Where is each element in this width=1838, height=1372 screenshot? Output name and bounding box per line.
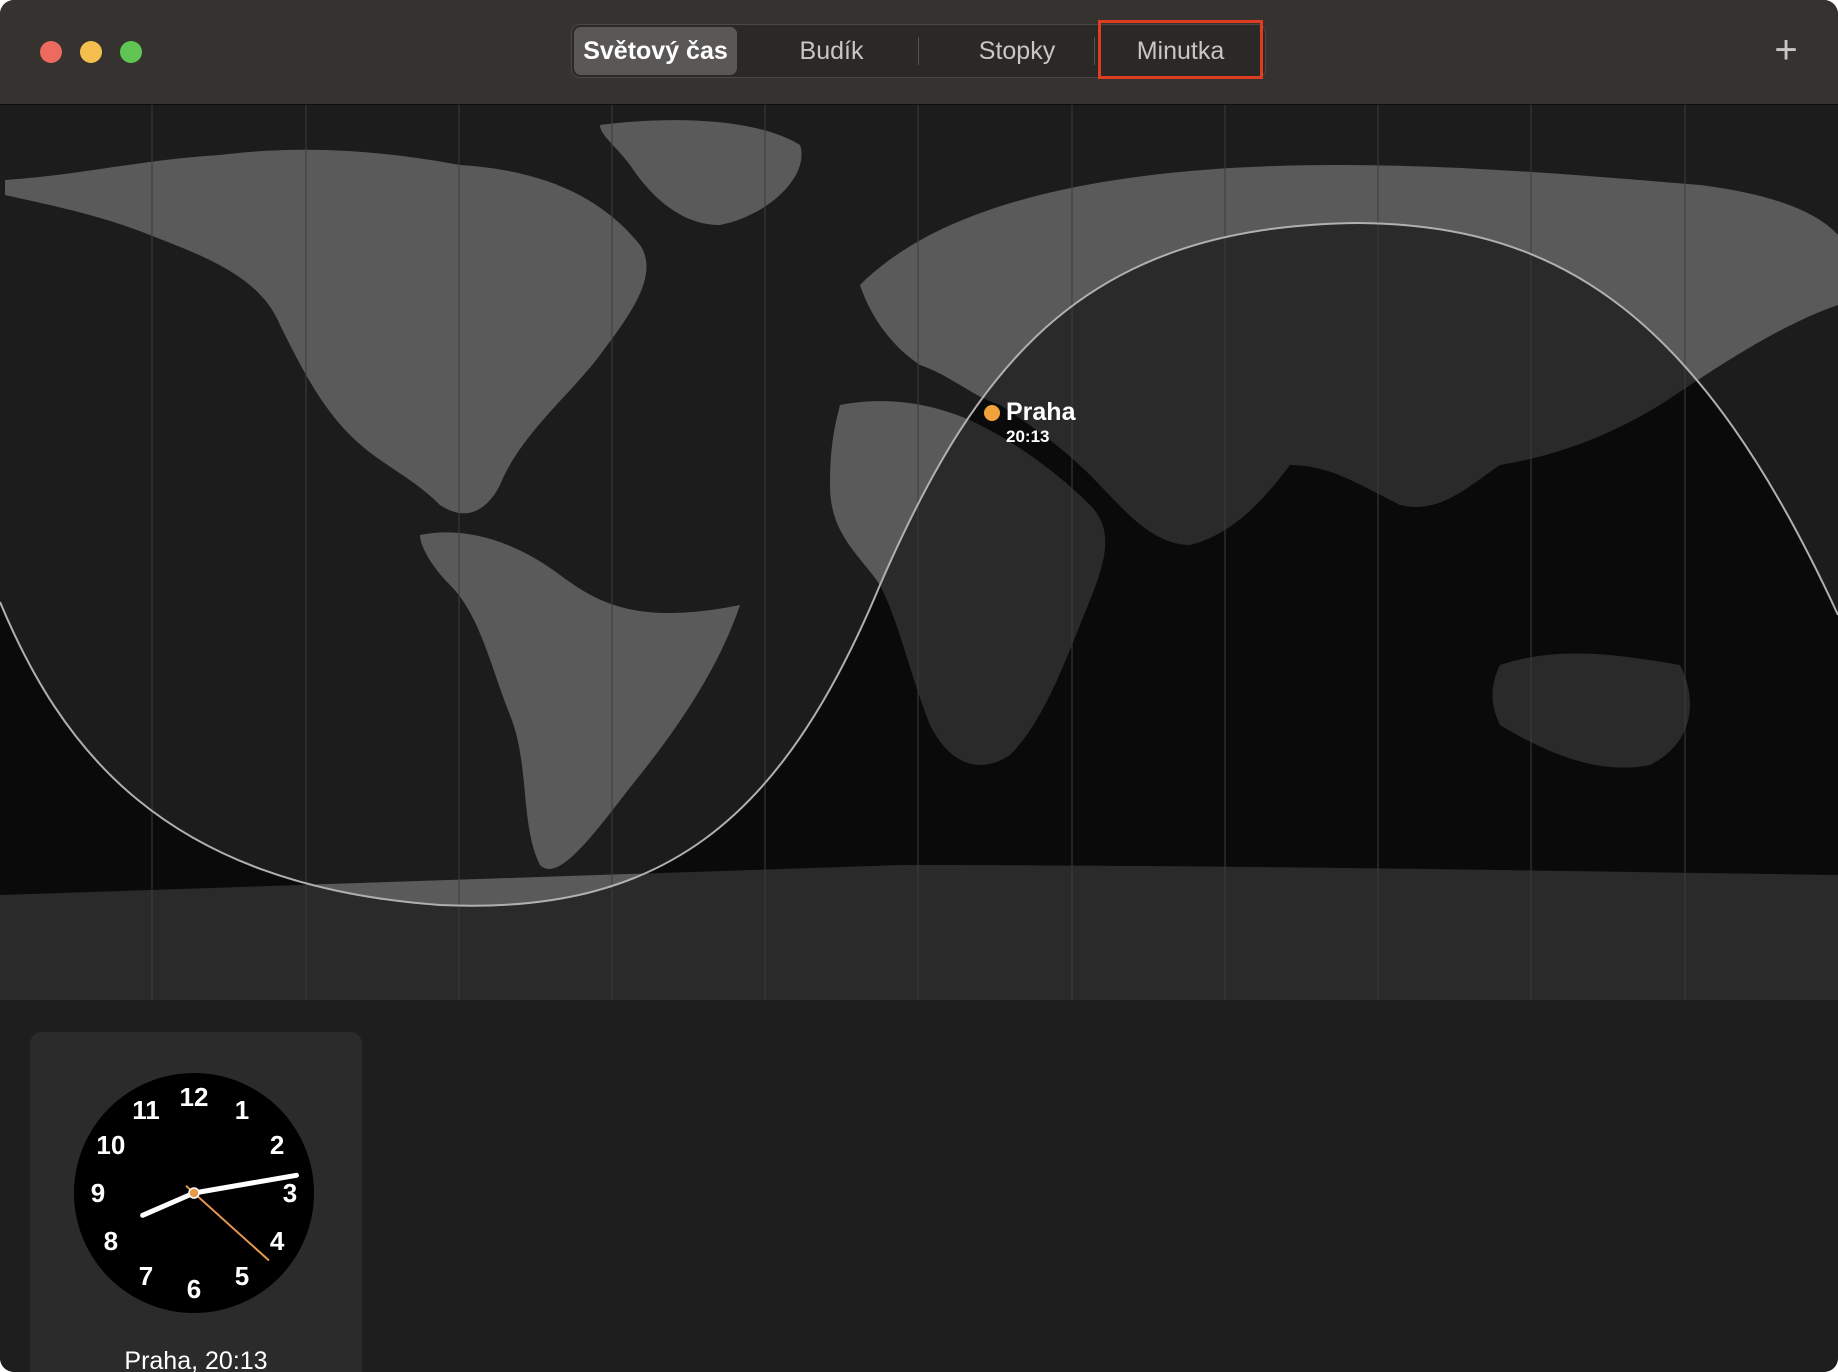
tab-divider bbox=[918, 37, 919, 65]
clock-list: 12 1 2 3 4 5 6 7 8 9 10 11 Praha, 20:13 bbox=[0, 1000, 1838, 1372]
clock-numeral: 12 bbox=[180, 1082, 209, 1112]
clock-center bbox=[188, 1187, 200, 1199]
world-map-graphic bbox=[0, 105, 1838, 1000]
tab-bar: Světový čas Budík Stopky Minutka bbox=[571, 24, 1266, 78]
city-label-praha: Praha 20:13 bbox=[1006, 397, 1075, 447]
clock-numeral: 7 bbox=[139, 1261, 153, 1291]
clock-numeral: 1 bbox=[235, 1095, 249, 1125]
tab-world-clock[interactable]: Světový čas bbox=[574, 27, 737, 75]
titlebar: Světový čas Budík Stopky Minutka + bbox=[0, 0, 1838, 105]
tab-stopwatch[interactable]: Stopky bbox=[927, 27, 1107, 75]
tab-divider bbox=[1094, 37, 1095, 65]
add-city-button[interactable]: + bbox=[1768, 28, 1804, 72]
clock-app-window: Světový čas Budík Stopky Minutka + Praha… bbox=[0, 0, 1838, 1372]
tab-alarm[interactable]: Budík bbox=[750, 27, 913, 75]
city-time: 20:13 bbox=[1006, 427, 1050, 446]
tab-timer[interactable]: Minutka bbox=[1100, 27, 1261, 75]
clock-numeral: 10 bbox=[96, 1130, 125, 1160]
close-window-button[interactable] bbox=[40, 41, 62, 63]
analog-clock: 12 12 3 45 6 78 9 1011 bbox=[74, 1073, 314, 1313]
clock-numeral: 8 bbox=[104, 1226, 118, 1256]
clock-numeral: 11 bbox=[132, 1095, 160, 1125]
city-name: Praha bbox=[1006, 398, 1076, 426]
clock-card-praha[interactable]: 12 1 2 3 4 5 6 7 8 9 10 11 Praha, 20:13 bbox=[30, 1032, 362, 1372]
clock-caption: Praha, 20:13 bbox=[124, 1347, 268, 1372]
world-map: Praha 20:13 bbox=[0, 105, 1838, 1000]
clock-numeral: 5 bbox=[235, 1261, 249, 1291]
city-marker-praha[interactable] bbox=[984, 405, 1000, 421]
clock-numeral: 3 bbox=[283, 1178, 297, 1208]
clock-numeral: 4 bbox=[270, 1226, 285, 1256]
fullscreen-window-button[interactable] bbox=[120, 41, 142, 63]
minimize-window-button[interactable] bbox=[80, 41, 102, 63]
clock-numeral: 9 bbox=[91, 1178, 105, 1208]
clock-numeral: 6 bbox=[187, 1274, 201, 1304]
clock-numeral: 2 bbox=[270, 1130, 284, 1160]
